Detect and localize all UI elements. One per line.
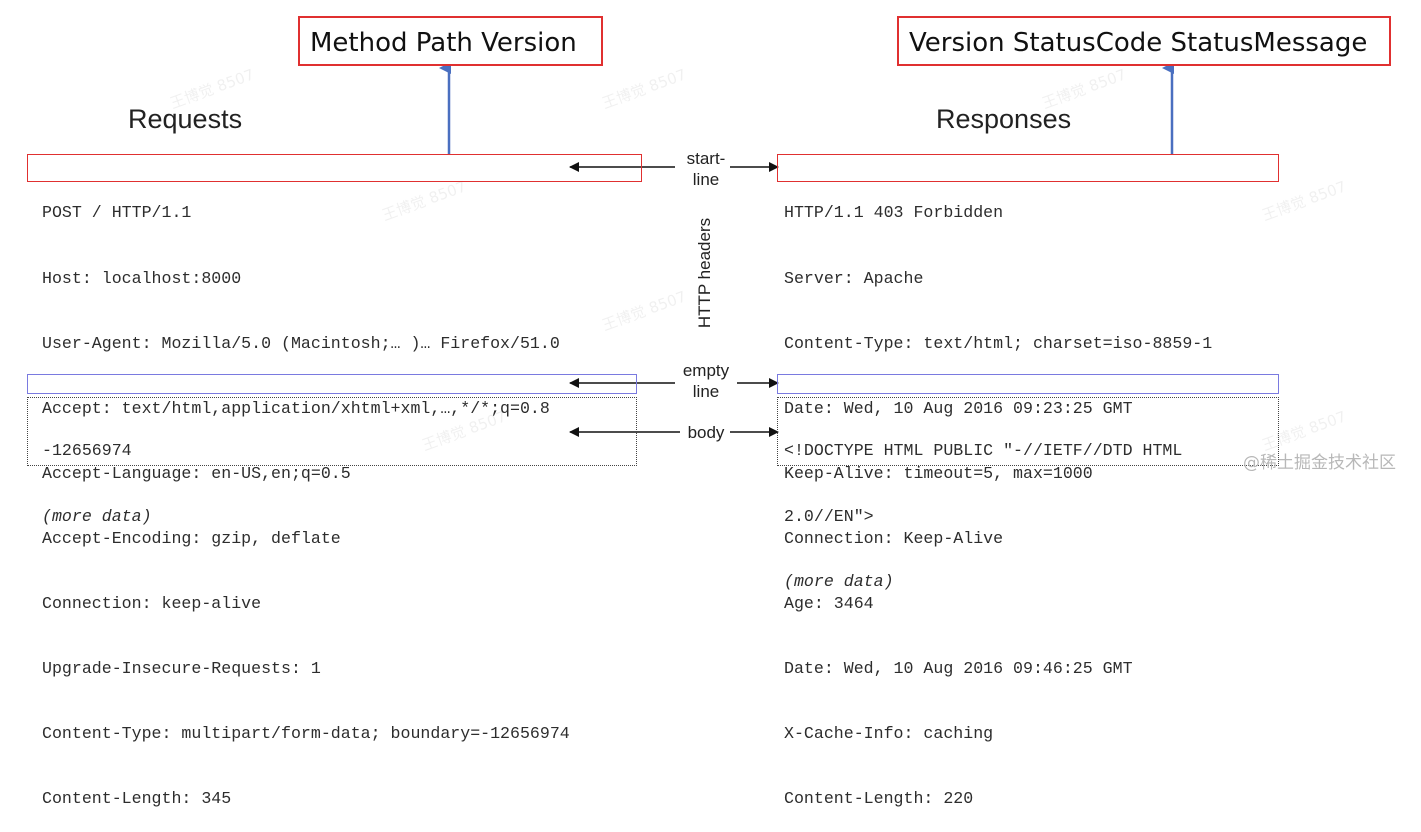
request-body-line: (more data) (42, 506, 152, 526)
responses-heading: Responses (936, 104, 1072, 134)
start-line-label: start- line (678, 148, 734, 190)
response-body-line: <!DOCTYPE HTML PUBLIC "-//IETF//DTD HTML (784, 441, 1183, 461)
response-start-line-title-box: Version StatusCode StatusMessage (897, 16, 1391, 66)
request-header-line: Content-Length: 345 (42, 789, 232, 809)
request-start-line: POST / HTTP/1.1 (42, 203, 192, 223)
watermark: 王博觉 8507 (1259, 177, 1349, 225)
response-header-line: Date: Wed, 10 Aug 2016 09:46:25 GMT (784, 659, 1133, 679)
request-body: -12656974 (more data) (42, 397, 152, 549)
request-start-line-title-box: Method Path Version (298, 16, 603, 66)
source-credit: @稀土掘金技术社区 (1243, 453, 1396, 473)
watermark: 王博觉 8507 (599, 65, 689, 113)
request-header-line: Upgrade-Insecure-Requests: 1 (42, 659, 321, 679)
request-header-line: Content-Type: multipart/form-data; bound… (42, 724, 570, 744)
response-body-line: 2.0//EN"> (784, 506, 874, 526)
response-header-line: X-Cache-Info: caching (784, 724, 994, 744)
start-line-label-line-1: start- (686, 149, 726, 168)
request-body-line: -12656974 (42, 441, 132, 461)
http-headers-label: HTTP headers (695, 217, 714, 329)
empty-line-label-line-1: empty (682, 361, 730, 380)
watermark: 王博觉 8507 (599, 287, 689, 335)
response-start-line: HTTP/1.1 403 Forbidden (784, 203, 1004, 223)
response-header-line: Content-Length: 220 (784, 789, 974, 809)
requests-heading: Requests (128, 104, 243, 134)
response-header-line: Server: Apache (784, 268, 924, 288)
request-header-line: User-Agent: Mozilla/5.0 (Macintosh;… )… … (42, 333, 560, 353)
response-body: <!DOCTYPE HTML PUBLIC "-//IETF//DTD HTML… (784, 397, 1182, 614)
response-header-line: Content-Type: text/html; charset=iso-885… (784, 333, 1213, 353)
response-body-line: (more data) (784, 571, 894, 591)
request-header-line: Host: localhost:8000 (42, 268, 242, 288)
start-line-label-line-2: line (692, 170, 720, 189)
body-label: body (687, 423, 725, 442)
request-header-line: Connection: keep-alive (42, 593, 262, 613)
empty-line-label: empty line (678, 360, 734, 402)
empty-line-label-line-2: line (692, 382, 720, 401)
